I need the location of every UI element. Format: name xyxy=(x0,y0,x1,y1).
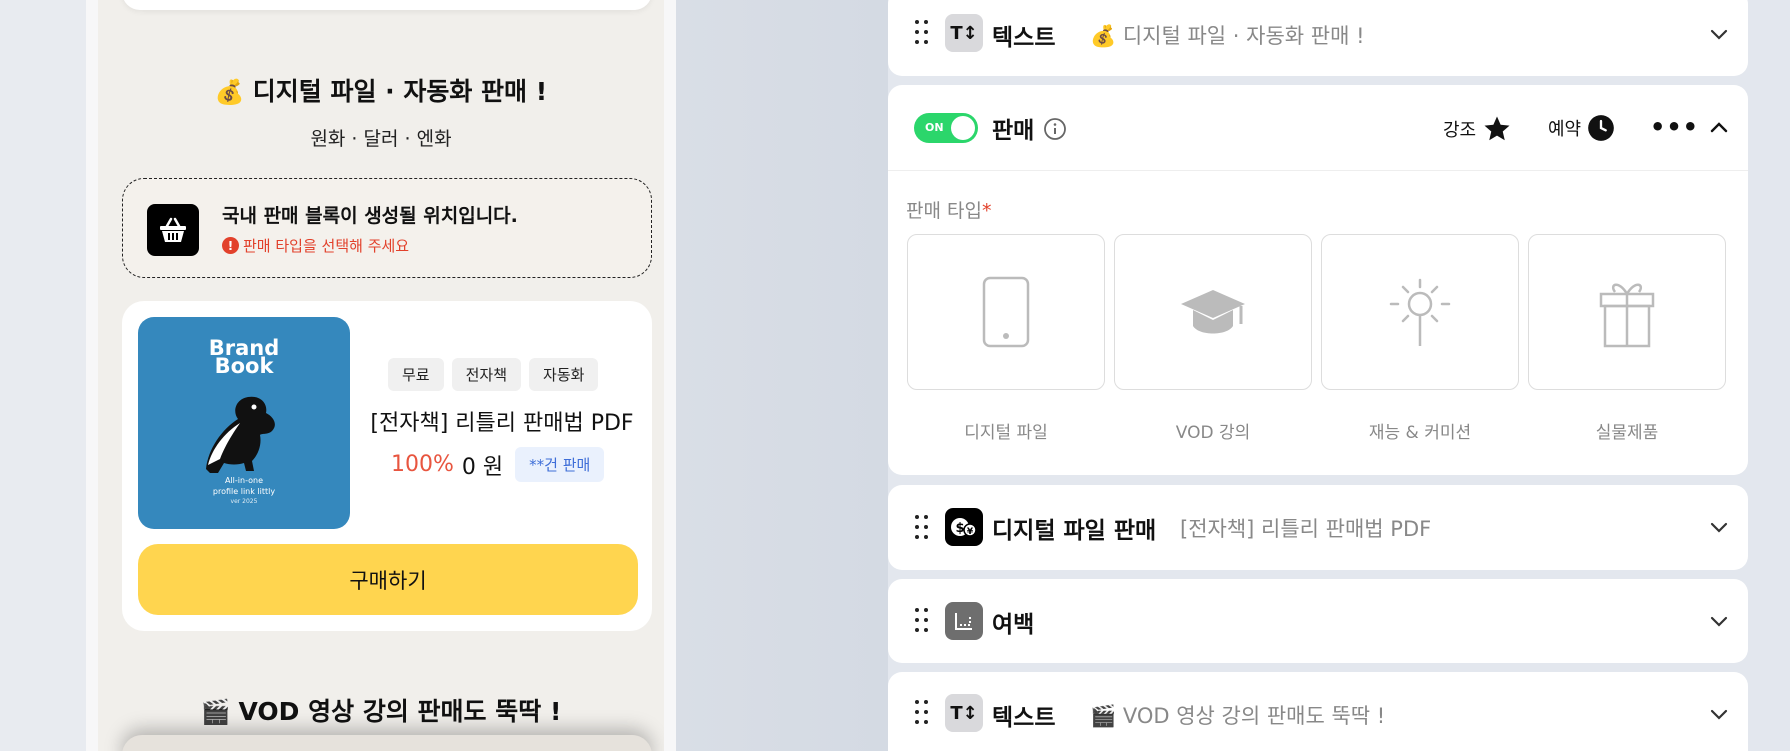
sale-type-talent[interactable] xyxy=(1321,234,1519,390)
workspace-gap xyxy=(676,0,888,751)
emphasis-button[interactable]: 강조 xyxy=(1443,114,1512,144)
preview-heading-digital: 💰 디지털 파일 · 자동화 판매 ! xyxy=(98,72,664,108)
sale-block-header: ON 판매 강조 예약 ••• xyxy=(888,85,1748,171)
warning-text: 판매 타입을 선택해 주세요 xyxy=(243,237,410,255)
chevron-down-icon[interactable] xyxy=(1708,23,1730,45)
block-summary: 🎬 VOD 영상 강의 판매도 뚝딱 ! xyxy=(1090,700,1385,730)
gift-icon xyxy=(1599,283,1655,348)
mobile-preview: 💰 디지털 파일 · 자동화 판매 ! 원화 · 달러 · 엔화 국내 판매 블록… xyxy=(86,0,676,751)
block-title: 디지털 파일 판매 xyxy=(992,518,1157,544)
info-icon[interactable] xyxy=(1043,117,1067,141)
block-title: 여백 xyxy=(992,612,1035,638)
sale-block: ON 판매 강조 예약 ••• 판매 타입* 디지털 파일 VOD 강의 재능 … xyxy=(888,85,1748,475)
heading-text: VOD 영상 강의 판매도 뚝딱 ! xyxy=(238,697,562,726)
text-block[interactable]: T↕ 텍스트 💰 디지털 파일 · 자동화 판매 ! xyxy=(888,0,1748,76)
chevron-down-icon[interactable] xyxy=(1708,516,1730,538)
price-row: 100% 0 원 **건 판매 xyxy=(391,447,605,482)
block-summary: 💰 디지털 파일 · 자동화 판매 ! xyxy=(1090,20,1365,50)
star-icon xyxy=(1484,116,1510,141)
preview-subtext: 원화 · 달러 · 엔화 xyxy=(310,128,452,150)
product-tags: 무료 전자책 자동화 xyxy=(388,358,599,391)
sale-type-vod[interactable] xyxy=(1114,234,1312,390)
option-label: VOD 강의 xyxy=(1175,423,1251,443)
block-editor: T↕ 텍스트 💰 디지털 파일 · 자동화 판매 ! ON 판매 강조 예약 •… xyxy=(888,0,1748,751)
drag-handle-icon[interactable] xyxy=(915,608,929,634)
drag-handle-icon[interactable] xyxy=(915,515,929,541)
chevron-down-icon[interactable] xyxy=(1708,610,1730,632)
option-label: 재능 & 커미션 xyxy=(1368,423,1472,443)
tag: 자동화 xyxy=(529,358,599,391)
toggle-label: ON xyxy=(925,121,944,134)
summary-text: VOD 영상 강의 판매도 뚝딱 ! xyxy=(1122,704,1386,728)
emphasis-label: 강조 xyxy=(1443,120,1477,141)
reserve-label: 예약 xyxy=(1548,119,1582,140)
skunk-mascot-icon xyxy=(206,396,275,473)
discount-rate: 100% xyxy=(391,452,454,477)
sale-block-notice[interactable]: 국내 판매 블록이 생성될 위치입니다. ! 판매 타입을 선택해 주세요 xyxy=(122,178,652,278)
sale-type-label: 판매 타입* xyxy=(906,196,991,223)
block-title: 텍스트 xyxy=(992,705,1056,731)
cover-version: ver 2025 xyxy=(230,498,258,505)
text-block[interactable]: T↕ 텍스트 🎬 VOD 영상 강의 판매도 뚝딱 ! xyxy=(888,672,1748,751)
more-options-icon[interactable]: ••• xyxy=(1650,115,1699,139)
tag: 무료 xyxy=(388,358,444,391)
reserve-button[interactable]: 예약 xyxy=(1548,114,1615,142)
drag-handle-icon[interactable] xyxy=(915,20,929,46)
option-label: 실물제품 xyxy=(1595,423,1659,443)
text-type-icon: T↕ xyxy=(945,14,983,52)
block-title: 텍스트 xyxy=(992,25,1056,51)
required-mark: * xyxy=(981,200,992,222)
sold-count-badge: **건 판매 xyxy=(515,447,605,482)
option-label: 디지털 파일 xyxy=(964,423,1048,443)
preview-heading-vod: 🎬 VOD 영상 강의 판매도 뚝딱 ! xyxy=(98,692,664,728)
clapperboard-icon: 🎬 xyxy=(200,698,231,726)
chevron-down-icon[interactable] xyxy=(1708,703,1730,725)
drag-handle-icon[interactable] xyxy=(915,700,929,726)
sale-toggle[interactable]: ON xyxy=(914,113,978,143)
clock-icon xyxy=(1588,115,1614,141)
cover-title-line: Book xyxy=(214,354,274,378)
chevron-up-icon[interactable] xyxy=(1708,117,1730,139)
basket-icon xyxy=(147,204,199,256)
sale-type-physical[interactable] xyxy=(1528,234,1726,390)
product-cover-image: Brand Book All-in-one profile link littl… xyxy=(138,317,350,529)
money-bag-icon: 💰 xyxy=(214,78,245,106)
outer-background xyxy=(0,0,86,751)
money-bag-icon: 💰 xyxy=(1090,24,1117,48)
product-card[interactable]: Brand Book All-in-one profile link littl… xyxy=(122,301,652,631)
svg-text:$: $ xyxy=(955,521,964,536)
cover-caption-line: All-in-one xyxy=(224,476,264,485)
notice-warning: ! 판매 타입을 선택해 주세요 xyxy=(222,235,409,256)
block-title: 판매 xyxy=(992,118,1035,144)
summary-text: 디지털 파일 · 자동화 판매 ! xyxy=(1122,24,1365,48)
dollar-yen-icon: $ ¥ xyxy=(945,508,983,546)
alert-icon: ! xyxy=(222,237,239,254)
phone-icon xyxy=(982,276,1030,348)
price: 0 원 xyxy=(461,454,504,480)
product-title: [전자책] 리틀리 판매법 PDF xyxy=(370,411,634,436)
spacer-block[interactable]: 여백 xyxy=(888,579,1748,663)
svg-text:¥: ¥ xyxy=(967,527,974,537)
text-type-icon: T↕ xyxy=(945,694,983,732)
spacer-type-icon xyxy=(945,602,983,640)
sale-type-text: 판매 타입 xyxy=(906,200,982,222)
previous-card xyxy=(122,0,652,10)
block-summary: [전자책] 리틀리 판매법 PDF xyxy=(1180,517,1432,541)
cover-caption-line: profile link littly xyxy=(212,487,276,496)
lightbulb-icon xyxy=(1389,278,1451,346)
cover-title: Brand Book xyxy=(138,338,350,378)
clapperboard-icon: 🎬 xyxy=(1090,704,1117,728)
toggle-knob xyxy=(951,116,975,140)
buy-button[interactable]: 구매하기 xyxy=(138,544,638,615)
graduation-cap-icon xyxy=(1181,290,1245,334)
heading-text: 디지털 파일 · 자동화 판매 ! xyxy=(252,77,548,106)
cover-caption: All-in-one profile link littly xyxy=(138,475,350,497)
sale-type-digital-file[interactable] xyxy=(907,234,1105,390)
notice-title: 국내 판매 블록이 생성될 위치입니다. xyxy=(222,205,518,227)
tag: 전자책 xyxy=(451,358,522,391)
next-card xyxy=(122,735,652,751)
digital-file-block[interactable]: $ ¥ 디지털 파일 판매 [전자책] 리틀리 판매법 PDF xyxy=(888,485,1748,570)
